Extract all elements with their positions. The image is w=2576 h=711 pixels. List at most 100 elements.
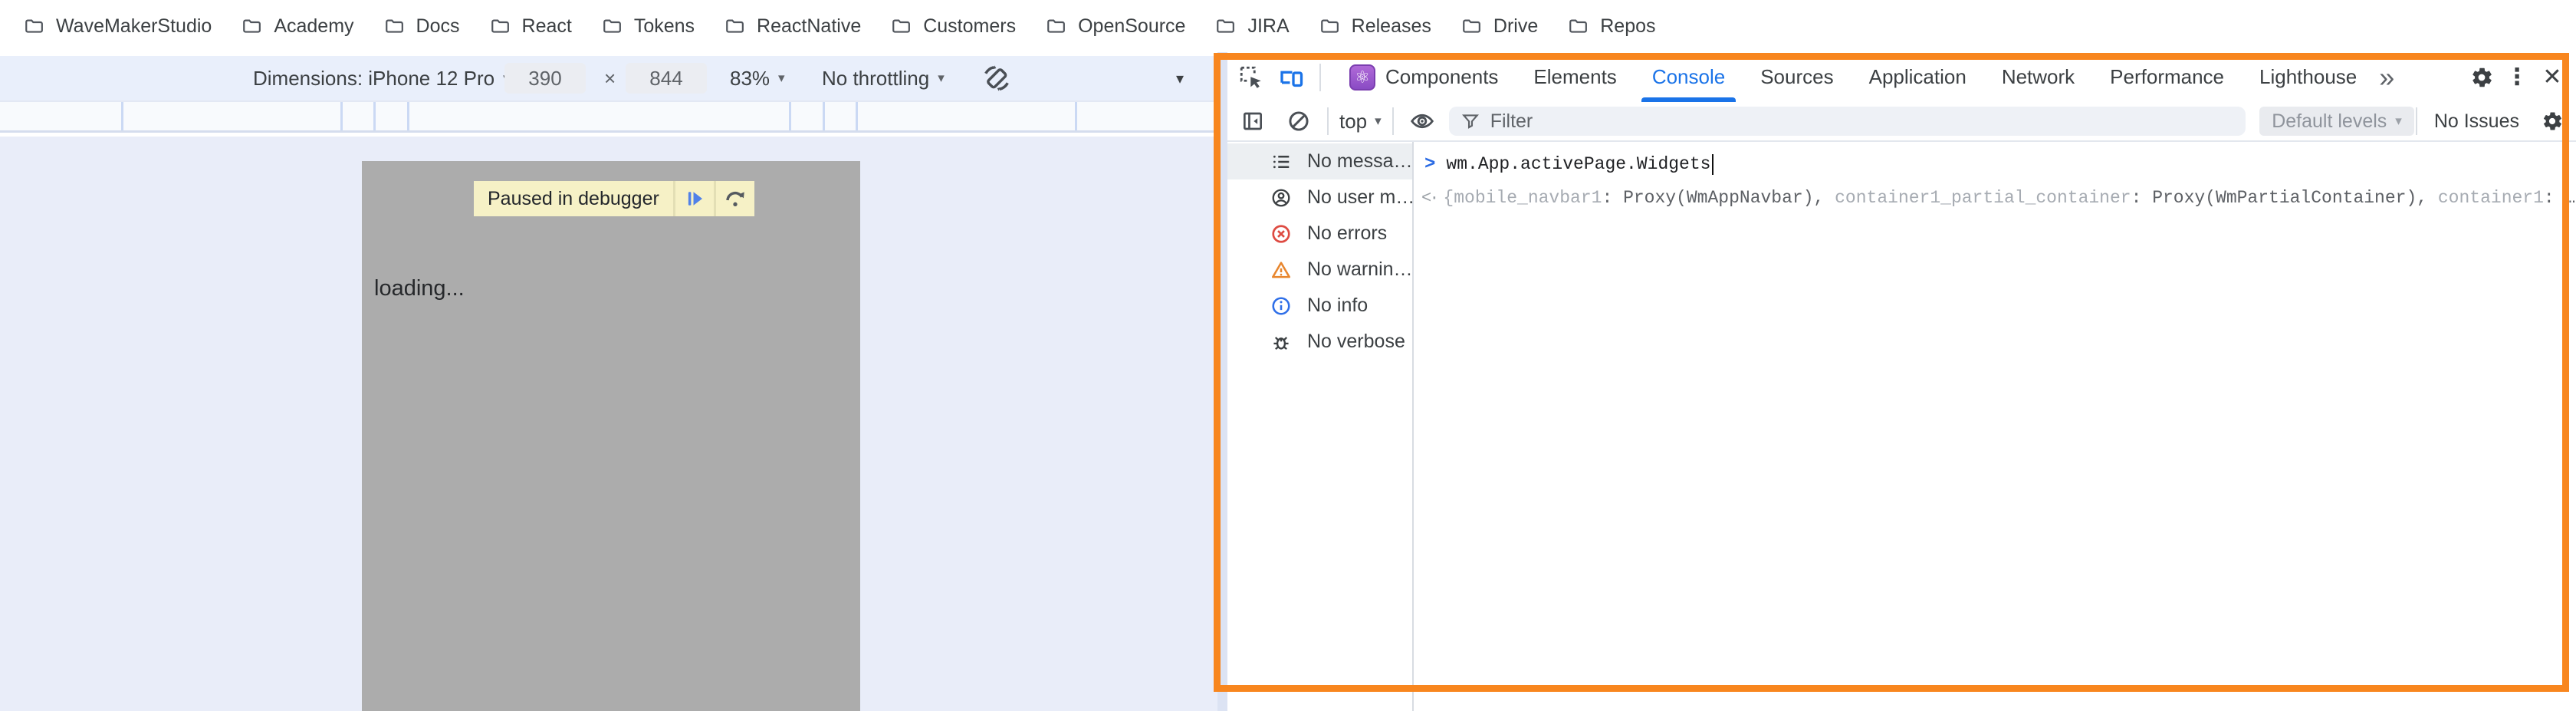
warning-triangle-icon <box>1270 259 1292 281</box>
bookmark-label: WaveMakerStudio <box>56 15 212 38</box>
media-query-bar <box>0 100 1217 133</box>
bookmark-label: Releases <box>1352 15 1431 38</box>
execution-context-select[interactable]: top ▾ <box>1339 110 1382 133</box>
console-input-text: wm.App.activePage.Widgets <box>1446 154 1710 174</box>
tab-console[interactable]: Console <box>1635 52 1743 102</box>
media-query-marker <box>856 102 858 130</box>
device-dimensions-label: Dimensions: iPhone 12 Pro <box>253 67 495 91</box>
emulated-viewport[interactable]: Paused in debugger loading... <box>362 161 860 711</box>
viewport-height-value: 844 <box>626 63 707 94</box>
bookmark-label: Academy <box>274 15 353 38</box>
sidebar-item-info[interactable]: No info <box>1227 288 1412 324</box>
tab-components[interactable]: ⚛ Components <box>1332 52 1516 102</box>
resume-script-icon[interactable] <box>673 181 714 216</box>
sidebar-item-warnings[interactable]: No warnin… <box>1227 252 1412 288</box>
device-dimensions-select[interactable]: Dimensions: iPhone 12 Pro ▾ <box>253 56 510 100</box>
bookmark-label: ReactNative <box>757 15 861 38</box>
folder-icon <box>489 16 511 36</box>
tab-lighthouse[interactable]: Lighthouse <box>2242 52 2374 102</box>
device-toolbar-more-caret[interactable]: ▾ <box>1176 56 1184 100</box>
tab-label: Network <box>2002 65 2075 89</box>
folder-icon <box>1214 16 1236 36</box>
gear-icon[interactable] <box>2464 60 2499 95</box>
paused-banner-label: Paused in debugger <box>474 181 673 216</box>
emulation-background: Paused in debugger loading... <box>0 137 1217 711</box>
sidebar-item-all-messages[interactable]: No messa… <box>1227 143 1412 179</box>
sidebar-item-errors[interactable]: No errors <box>1227 216 1412 252</box>
tab-application[interactable]: Application <box>1852 52 1984 102</box>
log-levels-select[interactable]: Default levels ▾ <box>2259 107 2414 136</box>
console-messages-area[interactable]: > wm.App.activePage.Widgets <· {mobile_n… <box>1414 142 2576 711</box>
tab-elements[interactable]: Elements <box>1516 52 1634 102</box>
tab-label: Lighthouse <box>2259 65 2357 89</box>
bookmark-folder[interactable]: Releases <box>1319 15 1431 38</box>
devtools-resize-handle[interactable] <box>1217 52 1227 711</box>
media-query-marker <box>340 102 343 130</box>
issues-counter[interactable]: No Issues <box>2434 110 2519 133</box>
media-query-marker <box>789 102 791 130</box>
console-toolbar: top ▾ Default levels ▾ No Issues <box>1227 102 2576 142</box>
console-settings-gear-icon[interactable] <box>2535 104 2570 139</box>
folder-icon <box>724 16 745 36</box>
bookmark-label: OpenSource <box>1078 15 1185 38</box>
devtools-panel: ⚛ Components Elements Console Sources Ap… <box>1227 52 2576 711</box>
chevron-down-icon: ▾ <box>2395 114 2402 129</box>
tab-performance[interactable]: Performance <box>2092 52 2242 102</box>
bookmark-folder[interactable]: JIRA <box>1214 15 1289 38</box>
bookmark-label: Customers <box>923 15 1016 38</box>
folder-icon <box>1319 16 1340 36</box>
viewport-width-field[interactable]: 390 <box>504 56 586 100</box>
bookmark-folder[interactable]: Academy <box>241 15 353 38</box>
media-query-marker <box>823 102 825 130</box>
bookmark-label: Drive <box>1493 15 1538 38</box>
tab-sources[interactable]: Sources <box>1743 52 1851 102</box>
bookmark-folder[interactable]: ReactNative <box>724 15 861 38</box>
bookmark-folder[interactable]: React <box>489 15 572 38</box>
filter-input[interactable] <box>1490 110 2235 133</box>
media-query-marker <box>407 102 409 130</box>
sidebar-item-label: No verbose <box>1307 331 1405 353</box>
folder-icon <box>1460 16 1482 36</box>
eye-icon[interactable] <box>1405 104 1440 139</box>
folder-icon <box>890 16 912 36</box>
bookmark-folder[interactable]: WaveMakerStudio <box>23 15 212 38</box>
folder-icon <box>1567 16 1589 36</box>
sidebar-toggle-icon[interactable] <box>1235 104 1270 139</box>
kebab-menu-icon[interactable]: ⋮ <box>2499 60 2535 95</box>
bookmark-folder[interactable]: Drive <box>1460 15 1538 38</box>
bookmark-folder[interactable]: Repos <box>1567 15 1655 38</box>
chevron-down-icon: ▾ <box>938 71 945 86</box>
folder-icon <box>23 16 44 36</box>
tab-network[interactable]: Network <box>1984 52 2092 102</box>
bookmark-folder[interactable]: Customers <box>890 15 1016 38</box>
divider <box>1327 107 1329 135</box>
zoom-select[interactable]: 83% ▾ <box>730 56 785 100</box>
levels-label: Default levels <box>2272 110 2387 133</box>
tab-label: Sources <box>1760 65 1833 89</box>
folder-icon <box>1045 16 1066 36</box>
divider <box>1392 107 1394 135</box>
list-icon <box>1270 151 1292 173</box>
throttling-value: No throttling <box>822 67 929 91</box>
clear-console-icon[interactable] <box>1281 104 1316 139</box>
console-prompt-row[interactable]: > wm.App.activePage.Widgets <box>1414 149 2576 179</box>
sidebar-item-verbose[interactable]: No verbose <box>1227 324 1412 360</box>
viewport-height-field[interactable]: 844 <box>626 56 707 100</box>
step-over-icon[interactable] <box>714 181 754 216</box>
rotate-device-icon[interactable] <box>980 56 1014 100</box>
bookmark-folder[interactable]: Tokens <box>601 15 695 38</box>
react-icon: ⚛ <box>1349 64 1375 91</box>
bookmark-folder[interactable]: Docs <box>383 15 460 38</box>
more-tabs-icon[interactable]: » <box>2379 61 2394 94</box>
bookmark-folder[interactable]: OpenSource <box>1045 15 1185 38</box>
close-icon[interactable]: ✕ <box>2535 60 2570 95</box>
throttling-select[interactable]: No throttling ▾ <box>822 56 945 100</box>
bug-icon <box>1270 331 1292 353</box>
divider <box>1319 64 1321 91</box>
device-toolbar-icon[interactable] <box>1273 60 1309 95</box>
inspect-icon[interactable] <box>1234 60 1269 95</box>
devtools-tabbar: ⚛ Components Elements Console Sources Ap… <box>1227 52 2576 102</box>
bookmark-label: Docs <box>416 15 460 38</box>
sidebar-item-user-messages[interactable]: No user m… <box>1227 179 1412 216</box>
chevron-down-icon: ▾ <box>1176 69 1184 88</box>
